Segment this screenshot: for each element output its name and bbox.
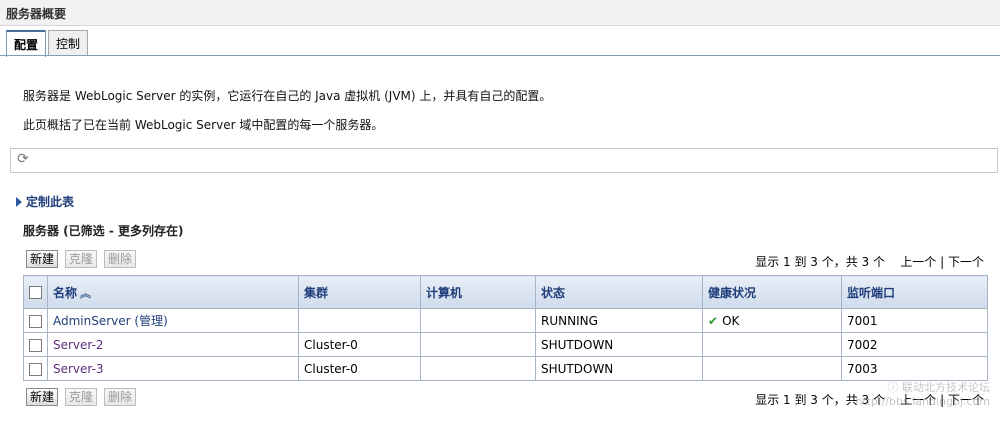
checkmark-icon: ✔	[708, 313, 719, 328]
machine-cell	[420, 332, 536, 357]
machine-cell	[420, 356, 536, 381]
row-select-cell	[23, 332, 48, 357]
refresh-icon[interactable]: ⟳	[17, 152, 31, 166]
tab-divider	[0, 55, 1000, 56]
servers-table-title: 服务器 (已筛选 - 更多列存在)	[23, 224, 184, 238]
delete-button-top[interactable]: 删除	[104, 250, 137, 268]
health-cell: ✔ OK	[702, 308, 842, 333]
column-header-state[interactable]: 状态	[535, 275, 703, 309]
table-header-row: 名称 ︽ 集群 计算机 状态 健康状况 监听端口	[23, 275, 988, 309]
row-select-cell	[23, 308, 48, 333]
refresh-toolbar: ⟳	[10, 148, 998, 173]
table-row: Server-3 Cluster-0 SHUTDOWN 7003	[23, 356, 988, 381]
servers-table: 名称 ︽ 集群 计算机 状态 健康状况 监听端口 AdminServer (管理)…	[23, 275, 988, 381]
state-cell: SHUTDOWN	[535, 332, 703, 357]
column-header-name-label: 名称	[53, 285, 78, 300]
column-header-machine[interactable]: 计算机	[420, 275, 536, 309]
tab-configuration[interactable]: 配置	[6, 30, 47, 57]
select-all-checkbox[interactable]	[29, 286, 42, 299]
column-header-cluster[interactable]: 集群	[298, 275, 421, 309]
row-select-cell	[23, 356, 48, 381]
pager-summary: 显示 1 到 3 个，共 3 个	[755, 255, 885, 269]
watermark-line-2: http://bbs.landingbj.com	[855, 395, 990, 408]
port-cell: 7003	[841, 356, 988, 381]
delete-button-bottom[interactable]: 删除	[104, 388, 137, 406]
port-cell: 7002	[841, 332, 988, 357]
table-actions-top: 新建 克隆 删除	[26, 250, 137, 268]
column-header-health[interactable]: 健康状况	[702, 275, 842, 309]
description-line-2: 此页概括了已在当前 WebLogic Server 域中配置的每一个服务器。	[23, 118, 384, 132]
server-name-cell: AdminServer (管理)	[47, 308, 299, 333]
sort-ascending-icon: ︽	[80, 286, 92, 300]
pager-next-link[interactable]: 下一个	[948, 255, 984, 269]
row-checkbox[interactable]	[29, 362, 42, 376]
select-all-cell	[23, 275, 48, 309]
watermark: ⓘ 联动北方技术论坛 http://bbs.landingbj.com	[855, 381, 990, 409]
row-checkbox[interactable]	[29, 338, 42, 352]
page-title: 服务器概要	[0, 0, 1000, 26]
customize-table-link[interactable]: 定制此表	[16, 193, 74, 210]
table-row: Server-2 Cluster-0 SHUTDOWN 7002	[23, 332, 988, 357]
new-button-top[interactable]: 新建	[26, 250, 59, 268]
new-button-bottom[interactable]: 新建	[26, 388, 59, 406]
health-cell	[702, 356, 842, 381]
pager-top: 显示 1 到 3 个，共 3 个 上一个 | 下一个	[755, 253, 984, 270]
column-header-name[interactable]: 名称 ︽	[47, 275, 299, 309]
cluster-cell: Cluster-0	[298, 356, 421, 381]
clone-button-bottom[interactable]: 克隆	[65, 388, 98, 406]
table-row: AdminServer (管理) RUNNING ✔ OK 7001	[23, 308, 988, 333]
health-cell	[702, 332, 842, 357]
server-name-cell: Server-2	[47, 332, 299, 357]
column-header-port[interactable]: 监听端口	[841, 275, 988, 309]
pager-separator: |	[940, 255, 945, 269]
server-link-server-2[interactable]: Server-2	[53, 338, 104, 352]
server-link-adminserver[interactable]: AdminServer (管理)	[53, 314, 168, 328]
server-link-server-3[interactable]: Server-3	[53, 362, 104, 376]
pager-prev-link[interactable]: 上一个	[900, 255, 936, 269]
server-name-cell: Server-3	[47, 356, 299, 381]
machine-cell	[420, 308, 536, 333]
state-cell: RUNNING	[535, 308, 703, 333]
customize-table-label: 定制此表	[26, 195, 75, 209]
clone-button-top[interactable]: 克隆	[65, 250, 98, 268]
table-actions-bottom: 新建 克隆 删除	[26, 388, 137, 406]
row-checkbox[interactable]	[29, 314, 42, 328]
tab-bar: 配置 控制	[6, 30, 90, 57]
cluster-cell	[298, 308, 421, 333]
state-cell: SHUTDOWN	[535, 356, 703, 381]
expand-triangle-icon	[16, 197, 22, 207]
health-status: OK	[722, 313, 740, 328]
description-line-1: 服务器是 WebLogic Server 的实例，它运行在自己的 Java 虚拟…	[23, 89, 552, 103]
tab-control[interactable]: 控制	[48, 30, 89, 56]
port-cell: 7001	[841, 308, 988, 333]
watermark-line-1: ⓘ 联动北方技术论坛	[887, 381, 991, 394]
cluster-cell: Cluster-0	[298, 332, 421, 357]
